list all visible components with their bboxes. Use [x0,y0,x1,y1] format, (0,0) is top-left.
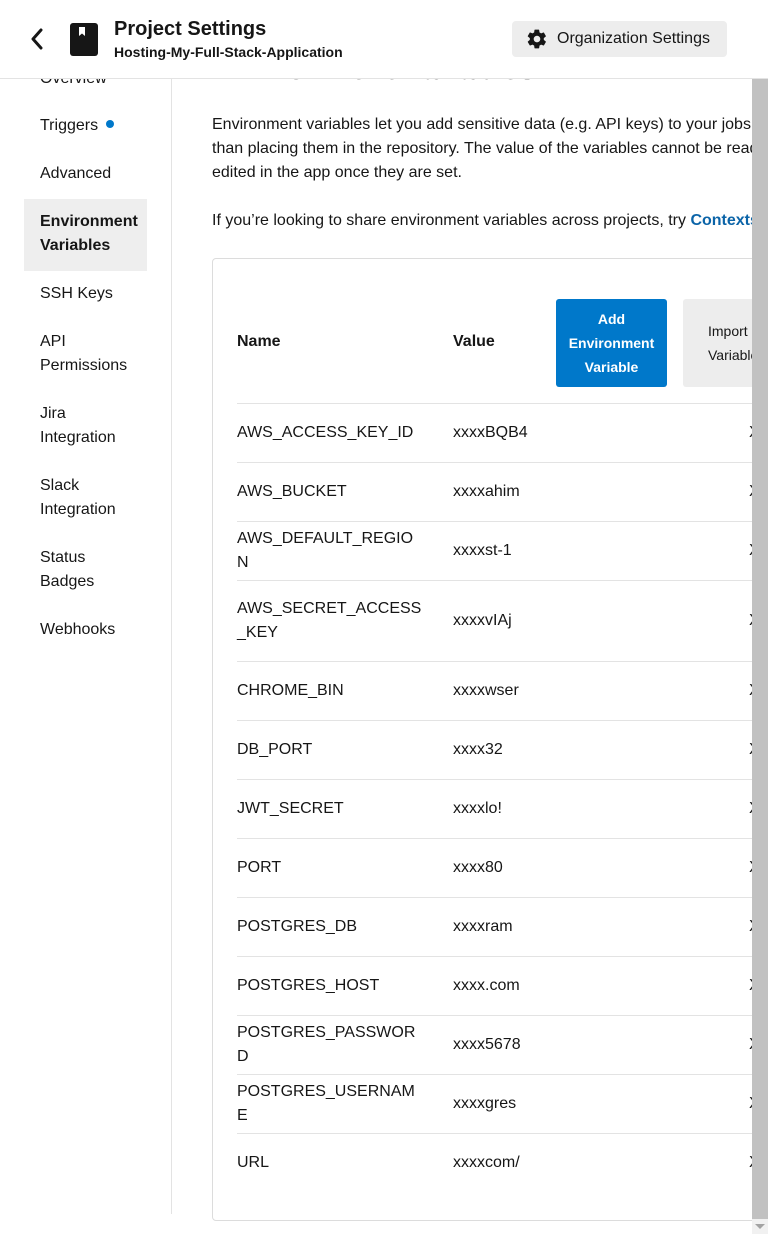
sidebar-item-webhooks[interactable]: Webhooks [24,618,147,642]
sidebar-item-label: Jira Integration [40,405,116,446]
table-row: POSTGRES_HOST xxxx.com X [237,956,752,1015]
sidebar-item-overview[interactable]: Overview [24,79,147,91]
env-var-name: POSTGRES_USERNAME [237,1083,415,1124]
share-hint-text: If you’re looking to share environment v… [212,212,691,229]
env-var-name: URL [237,1154,270,1171]
table-row: CHROME_BIN xxxxwser X [237,661,752,720]
organization-settings-button[interactable]: Organization Settings [512,21,727,57]
scroll-down-arrow-icon[interactable] [755,1224,765,1229]
contexts-link[interactable]: Contexts [690,212,752,229]
table-row: AWS_BUCKET xxxxahim X [237,462,752,521]
sidebar-item-advanced[interactable]: Advanced [24,162,147,186]
page-title: Project Settings [114,18,267,40]
env-var-value: xxxxahim [453,483,520,500]
env-vars-table: AWS_ACCESS_KEY_ID xxxxBQB4 X AWS_BUCKET … [237,403,752,1192]
sidebar-item-label: Triggers [40,117,99,134]
env-var-value: xxxxwser [453,682,519,699]
sidebar-item-label: Slack Integration [40,477,116,518]
env-var-value: xxxxgres [453,1095,517,1112]
sidebar-item-label: SSH Keys [40,285,113,302]
env-var-value: xxxx80 [453,859,503,876]
sidebar-item-slack-integration[interactable]: Slack Integration [24,474,147,522]
env-var-name: AWS_SECRET_ACCESS_KEY [237,600,422,641]
env-var-name: AWS_DEFAULT_REGION [237,530,414,571]
table-row: PORT xxxx80 X [237,838,752,897]
sidebar-item-api-permissions[interactable]: API Permissions [24,330,147,378]
env-var-name: AWS_BUCKET [237,483,347,500]
env-var-name: JWT_SECRET [237,800,344,817]
sidebar-item-jira-integration[interactable]: Jira Integration [24,402,147,450]
bookmark-book-icon [70,23,98,56]
add-button-label: Variable [584,359,639,375]
env-var-name: POSTGRES_HOST [237,977,380,994]
description-line: Environment variables let you add sensit… [212,116,751,133]
env-var-value: xxxx5678 [453,1036,521,1053]
sidebar-item-label: Advanced [40,165,112,182]
add-environment-variable-button[interactable]: Add Environment Variable [556,299,667,387]
project-name: Hosting-My-Full-Stack-Application [114,44,343,60]
env-var-name: AWS_ACCESS_KEY_ID [237,424,414,441]
env-var-value: xxxx32 [453,741,503,758]
env-var-name: POSTGRES_DB [237,918,358,935]
env-var-value: xxxxvIAj [453,612,512,629]
add-button-label: Environment [568,335,655,351]
table-row: URL xxxxcom/ X [237,1133,752,1192]
sidebar-item-label: API Permissions [40,333,128,374]
sidebar-item-label: Status Badges [40,549,95,590]
sidebar-item-label: Webhooks [40,621,116,638]
env-var-name: PORT [237,859,282,876]
env-var-value: xxxxBQB4 [453,424,528,441]
share-hint: If you’re looking to share environment v… [212,209,752,233]
env-vars-card: Name Value Add Environment Variable Impo… [212,258,752,1221]
column-header-name: Name [237,333,281,350]
env-var-name: POSTGRES_PASSWORD [237,1024,416,1065]
table-row: AWS_SECRET_ACCESS_KEY xxxxvIAj X [237,580,752,661]
env-var-name: DB_PORT [237,741,313,758]
triggers-indicator-dot [106,120,115,128]
table-row: POSTGRES_USERNAME xxxxgres X [237,1074,752,1133]
env-var-value: xxxxcom/ [453,1154,520,1171]
import-button-label: Variable [708,347,752,363]
env-var-value: xxxx.com [453,977,520,994]
sidebar-item-triggers[interactable]: Triggers [24,114,147,138]
sidebar-item-label: Overview [40,79,107,87]
description: Environment variables let you add sensit… [212,113,752,185]
main-content: Environment Variables Environment variab… [212,79,752,1234]
organization-settings-label: Organization Settings [557,30,710,47]
table-row: JWT_SECRET xxxxlo! X [237,779,752,838]
settings-sidebar: Overview Triggers Advanced Environment V… [0,79,172,1214]
add-button-label: Add [597,311,626,327]
page-scrollbar-thumb[interactable] [752,73,768,1219]
table-row: AWS_DEFAULT_REGION xxxxst-1 X [237,521,752,580]
description-line: edited in the app once they are set. [212,164,462,181]
sidebar-item-ssh-keys[interactable]: SSH Keys [24,282,147,306]
sidebar-item-status-badges[interactable]: Status Badges [24,546,147,594]
table-row: DB_PORT xxxx32 X [237,720,752,779]
table-row: POSTGRES_DB xxxxram X [237,897,752,956]
import-variables-button[interactable]: Import Variable [683,299,752,387]
description-line: than placing them in the repository. The… [212,140,752,157]
env-var-value: xxxxst-1 [453,542,512,559]
env-var-value: xxxxram [453,918,513,935]
sidebar-item-environment-variables[interactable]: Environment Variables [24,199,147,271]
column-header-value: Value [453,333,495,350]
env-var-name: CHROME_BIN [237,682,344,699]
chevron-left-icon [31,28,43,50]
section-title: Environment Variables [212,79,535,87]
env-var-value: xxxxlo! [453,800,502,817]
gear-icon [527,29,546,49]
import-button-label: Import [708,323,748,339]
table-row: AWS_ACCESS_KEY_ID xxxxBQB4 X [237,403,752,462]
table-row: POSTGRES_PASSWORD xxxx5678 X [237,1015,752,1074]
top-header: Project Settings Hosting-My-Full-Stack-A… [0,0,768,79]
back-button[interactable] [22,24,52,54]
sidebar-item-label: Environment Variables [40,213,138,254]
